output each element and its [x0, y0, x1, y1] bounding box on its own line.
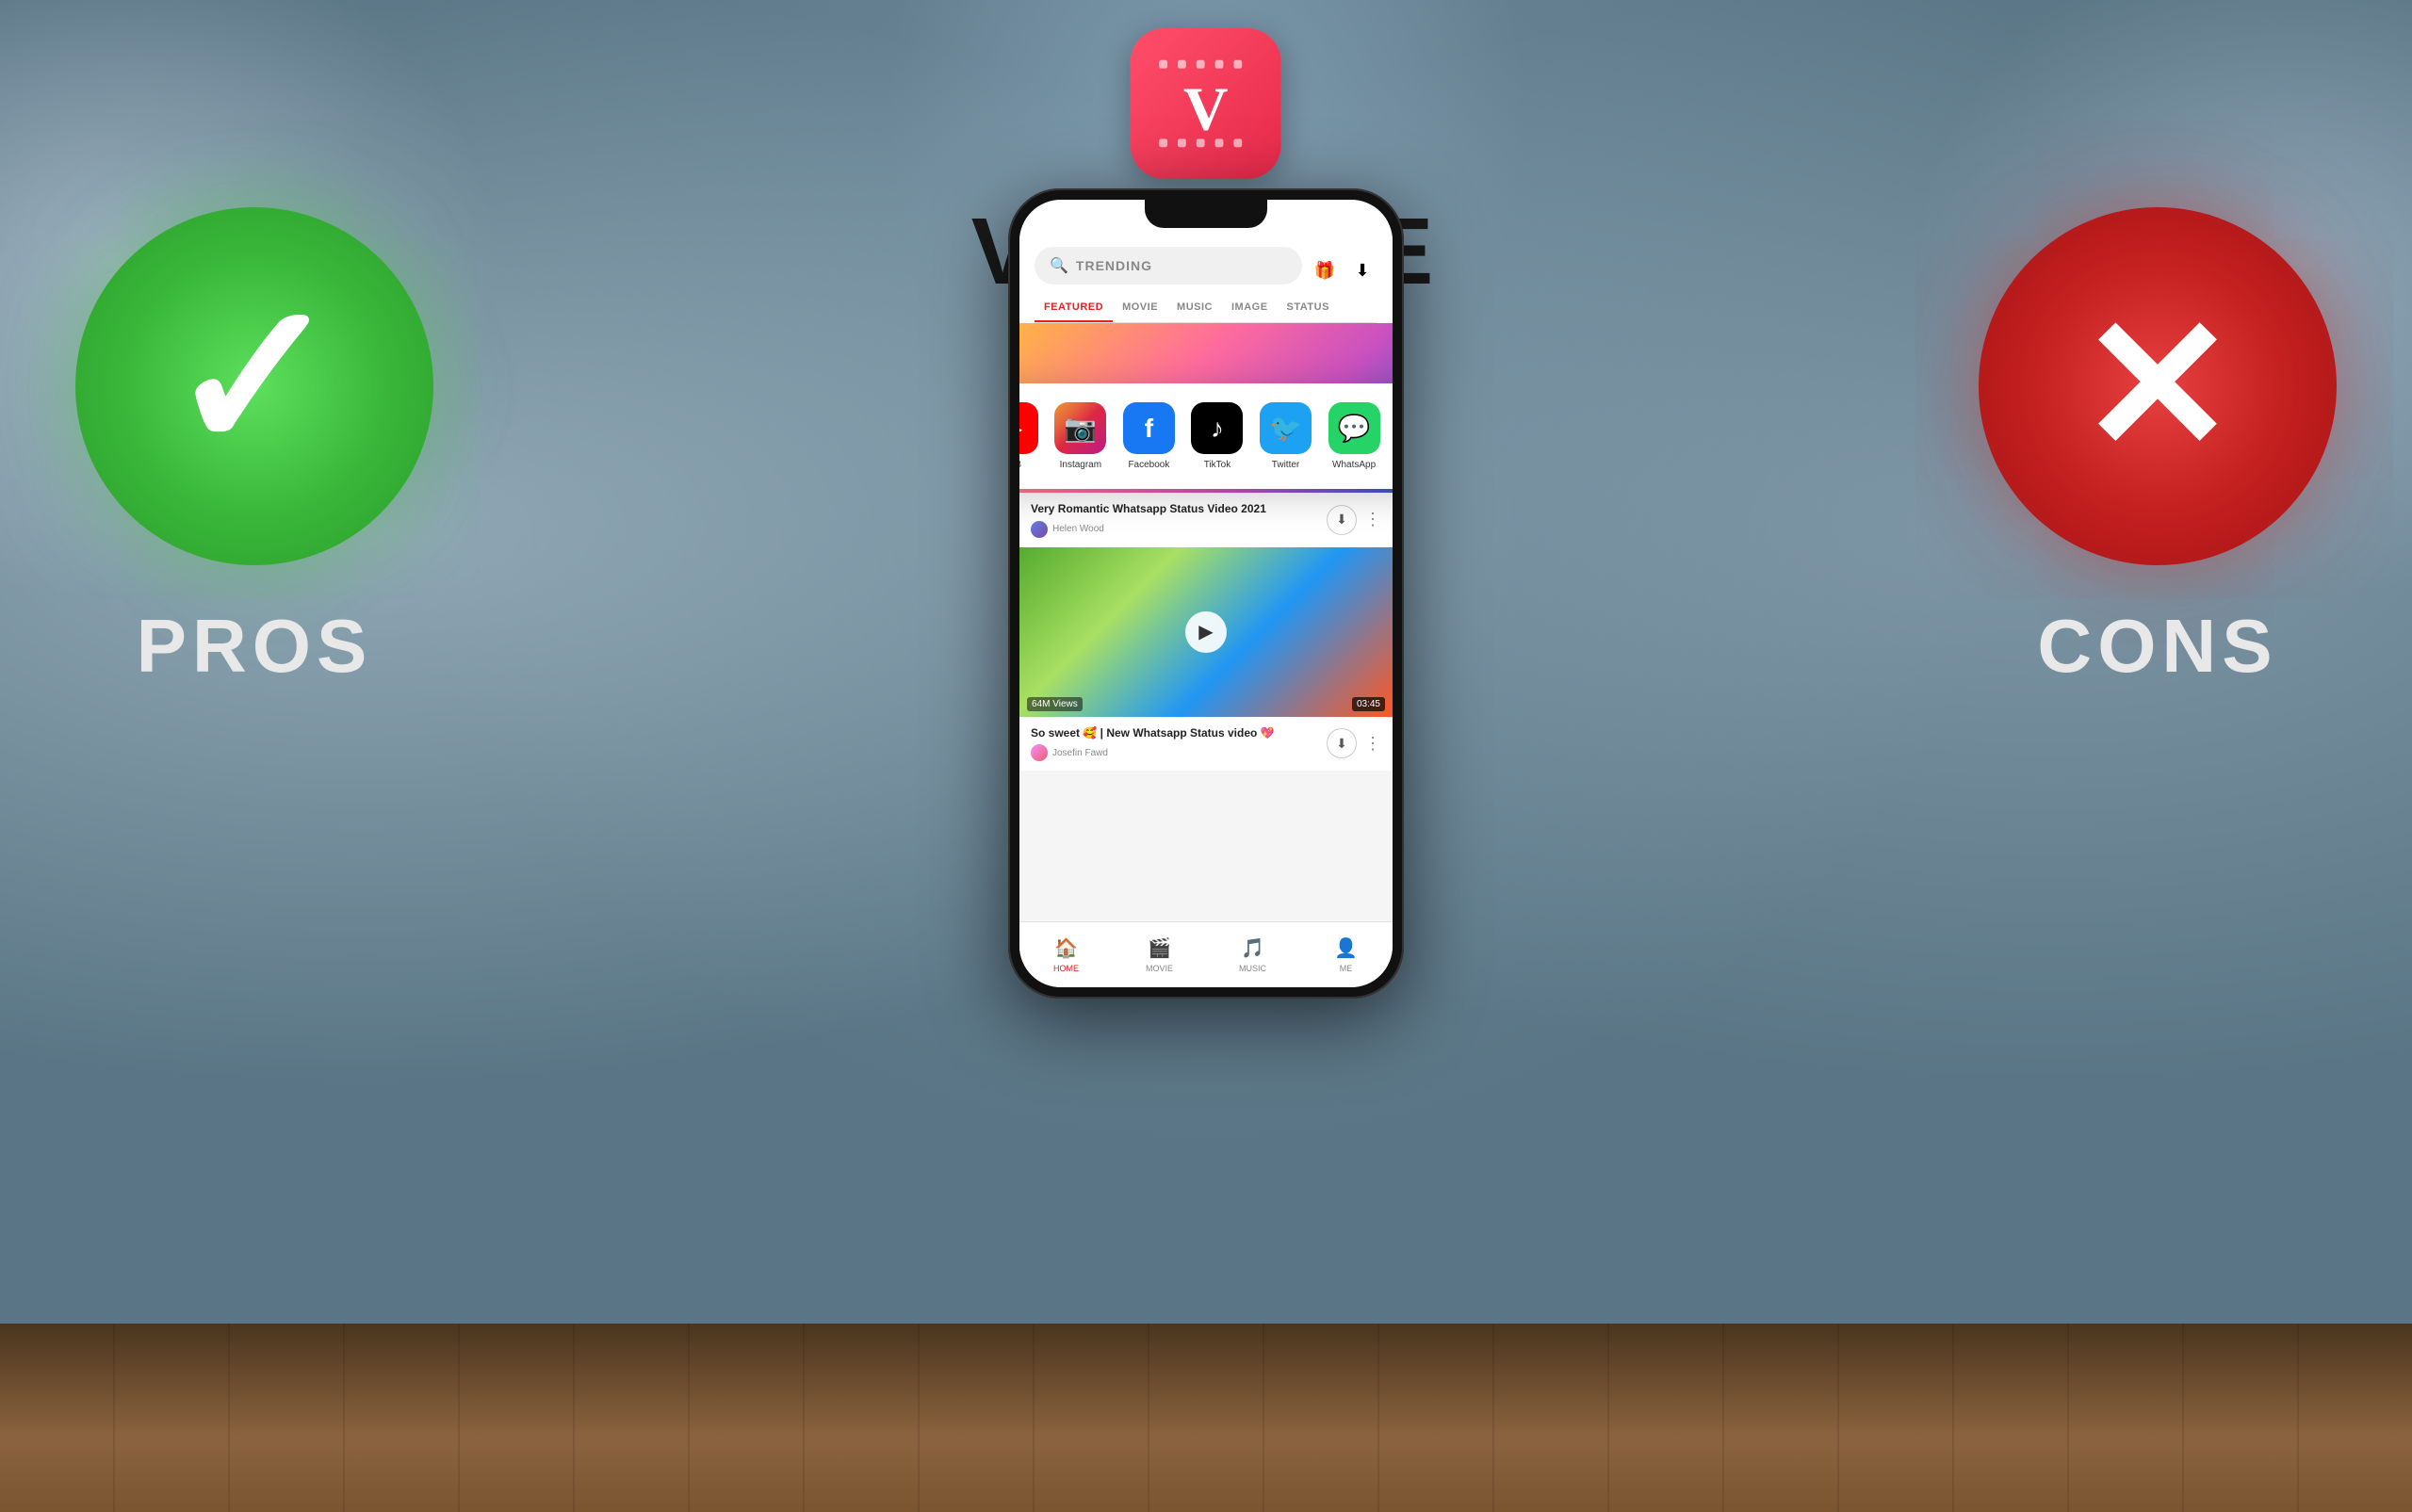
- platform-facebook[interactable]: f Facebook: [1123, 402, 1175, 470]
- me-icon: 👤: [1334, 936, 1358, 960]
- tab-status[interactable]: STATUS: [1278, 294, 1339, 322]
- nav-me-label: ME: [1340, 964, 1353, 973]
- download-button-1[interactable]: ⬇: [1327, 505, 1357, 535]
- more-button-1[interactable]: ⋮: [1364, 510, 1381, 529]
- video-info-1: Very Romantic Whatsapp Status Video 2021…: [1019, 493, 1393, 547]
- pros-section: ✓ PROS: [75, 207, 433, 690]
- instagram-label: Instagram: [1060, 460, 1101, 470]
- nav-tabs: FEATURED MOVIE MUSIC IMAGE STATUS: [1035, 294, 1377, 323]
- twitter-label: Twitter: [1272, 460, 1299, 470]
- download-button-2[interactable]: ⬇: [1327, 728, 1357, 758]
- bottom-nav: 🏠 HOME 🎬 MOVIE 🎵 MUSIC 👤 ME: [1019, 921, 1393, 987]
- x-circle: ✕: [1979, 207, 2337, 565]
- platform-popup: ▶ YTB 📷 Instagram f Facebook ♪ TikTok 🐦: [1019, 383, 1393, 489]
- nav-music[interactable]: 🎵 MUSIC: [1206, 936, 1299, 973]
- vidmate-v-logo: V: [1154, 52, 1258, 155]
- platform-tiktok[interactable]: ♪ TikTok: [1191, 402, 1243, 470]
- tab-music[interactable]: MUSIC: [1167, 294, 1222, 322]
- video-section-2: ▶ 64M Views 03:45 So sweet 🥰 | New Whats…: [1019, 547, 1393, 772]
- floor: [0, 1324, 2412, 1512]
- search-input[interactable]: TRENDING: [1076, 258, 1287, 273]
- video-title-1: Very Romantic Whatsapp Status Video 2021: [1031, 502, 1317, 517]
- tab-movie[interactable]: MOVIE: [1113, 294, 1167, 322]
- x-mark-icon: ✕: [2078, 292, 2237, 480]
- home-icon: 🏠: [1054, 936, 1078, 960]
- ytb-label: YTB: [1019, 460, 1021, 470]
- music-icon: 🎵: [1241, 936, 1264, 960]
- video-duration-2: 03:45: [1352, 697, 1385, 711]
- video-thumbnail-bg-2: ▶: [1019, 547, 1393, 717]
- svg-text:V: V: [1183, 75, 1229, 144]
- nav-home-label: HOME: [1053, 964, 1079, 973]
- channel-avatar-2: [1031, 744, 1048, 761]
- cons-label: CONS: [2037, 603, 2277, 690]
- pros-label: PROS: [137, 603, 373, 690]
- video-thumb-2[interactable]: ▶ 64M Views 03:45: [1019, 547, 1393, 717]
- app-icon: V: [1131, 28, 1281, 179]
- instagram-icon: 📷: [1054, 402, 1106, 454]
- tab-featured[interactable]: FEATURED: [1035, 294, 1113, 322]
- whatsapp-icon: 💬: [1328, 402, 1380, 454]
- twitter-icon: 🐦: [1260, 402, 1312, 454]
- nav-movie[interactable]: 🎬 MOVIE: [1113, 936, 1206, 973]
- more-button-2[interactable]: ⋮: [1364, 734, 1381, 754]
- tab-image[interactable]: IMAGE: [1222, 294, 1278, 322]
- nav-music-label: MUSIC: [1239, 964, 1266, 973]
- movie-icon: 🎬: [1148, 936, 1171, 960]
- check-mark-icon: ✓: [168, 273, 341, 480]
- play-button-2[interactable]: ▶: [1185, 611, 1227, 653]
- check-circle: ✓: [75, 207, 433, 565]
- video-info-2: So sweet 🥰 | New Whatsapp Status video 💖…: [1019, 717, 1393, 772]
- phone-notch: [1145, 200, 1267, 228]
- phone-frame: 🔍 TRENDING 🎁 ⬇ FEATURED MOVIE MUSIC IMAG…: [1008, 188, 1404, 999]
- phone-screen: 🔍 TRENDING 🎁 ⬇ FEATURED MOVIE MUSIC IMAG…: [1019, 200, 1393, 987]
- video-actions-1: ⬇ ⋮: [1327, 505, 1381, 535]
- video-actions-2: ⬇ ⋮: [1327, 728, 1381, 758]
- tiktok-label: TikTok: [1204, 460, 1231, 470]
- nav-me[interactable]: 👤 ME: [1299, 936, 1393, 973]
- search-bar[interactable]: 🔍 TRENDING: [1035, 247, 1302, 285]
- phone-wrapper: 🔍 TRENDING 🎁 ⬇ FEATURED MOVIE MUSIC IMAG…: [1008, 188, 1404, 999]
- facebook-icon: f: [1123, 402, 1175, 454]
- search-icon: 🔍: [1050, 256, 1068, 275]
- nav-movie-label: MOVIE: [1146, 964, 1173, 973]
- channel-avatar-1: [1031, 521, 1048, 538]
- channel-name-1: Helen Wood: [1052, 524, 1104, 534]
- platform-ytb[interactable]: ▶ YTB: [1019, 402, 1038, 470]
- channel-name-2: Josefin Fawd: [1052, 748, 1108, 758]
- ytb-icon: ▶: [1019, 402, 1038, 454]
- cons-section: ✕ CONS: [1979, 207, 2337, 690]
- whatsapp-label: WhatsApp: [1332, 460, 1376, 470]
- video-views-2: 64M Views: [1027, 697, 1083, 711]
- nav-home[interactable]: 🏠 HOME: [1019, 936, 1113, 973]
- gift-icon-btn[interactable]: 🎁: [1310, 255, 1340, 285]
- download-icon-btn[interactable]: ⬇: [1347, 255, 1377, 285]
- platform-instagram[interactable]: 📷 Instagram: [1054, 402, 1106, 470]
- platform-twitter[interactable]: 🐦 Twitter: [1260, 402, 1312, 470]
- tiktok-icon: ♪: [1191, 402, 1243, 454]
- video-channel-1: Helen Wood: [1031, 521, 1317, 538]
- video-title-2: So sweet 🥰 | New Whatsapp Status video 💖: [1031, 726, 1317, 741]
- facebook-label: Facebook: [1128, 460, 1169, 470]
- platform-whatsapp[interactable]: 💬 WhatsApp: [1328, 402, 1380, 470]
- video-channel-2: Josefin Fawd: [1031, 744, 1317, 761]
